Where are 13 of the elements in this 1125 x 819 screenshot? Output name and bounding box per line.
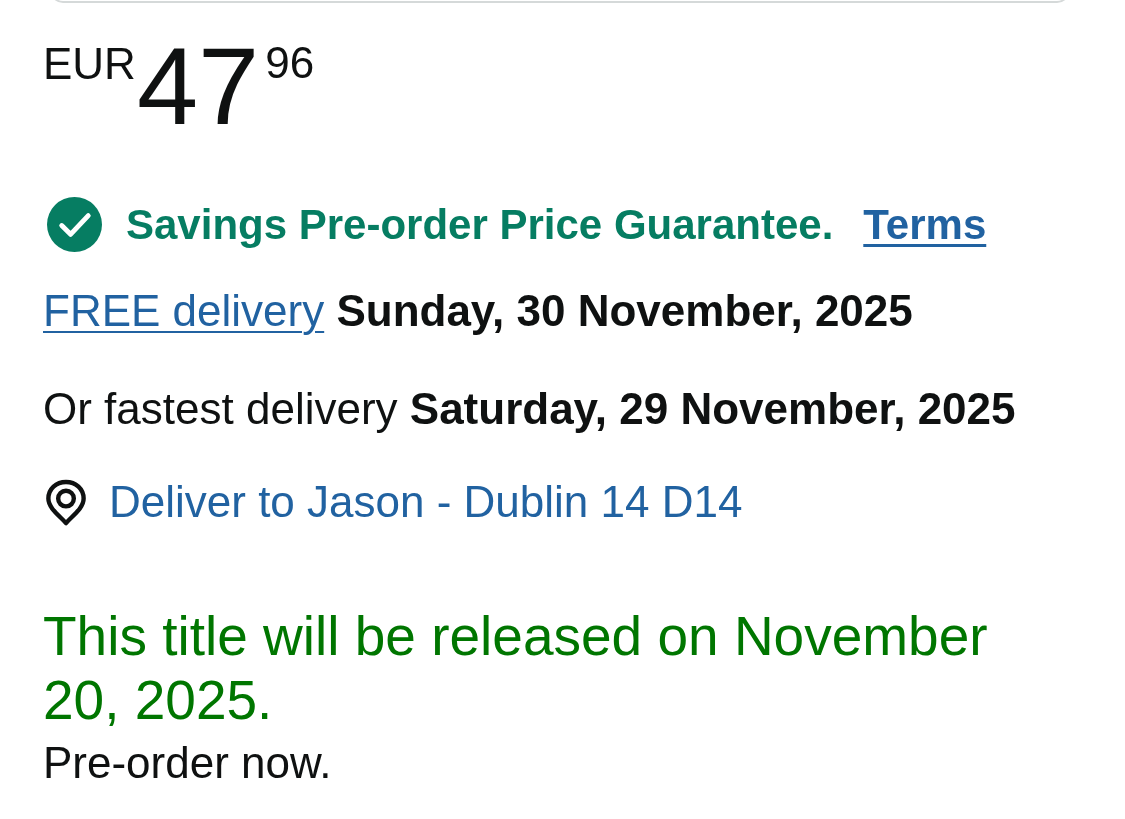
preorder-note: Pre-order now. [43, 737, 332, 789]
price-currency: EUR [43, 42, 136, 86]
delivery-date-text: FREE delivery Sunday, 30 November, 2025 [43, 285, 913, 337]
price-whole: 47 [136, 31, 260, 141]
terms-link[interactable]: Terms [863, 198, 987, 251]
release-message: This title will be released on November 20, 2025. [43, 604, 989, 732]
fastest-delivery-text: Or fastest delivery Saturday, 29 November, 2025 [43, 383, 1016, 435]
location-pin-icon [45, 478, 87, 526]
free-delivery-link[interactable]: FREE delivery [43, 286, 325, 335]
check-circle-icon [47, 197, 102, 252]
guarantee-text: Savings Pre-order Price Guarantee. [126, 199, 834, 250]
deliver-to-link[interactable]: Deliver to Jason - Dublin 14 D14 [109, 476, 743, 528]
price-fraction: 96 [265, 41, 315, 85]
